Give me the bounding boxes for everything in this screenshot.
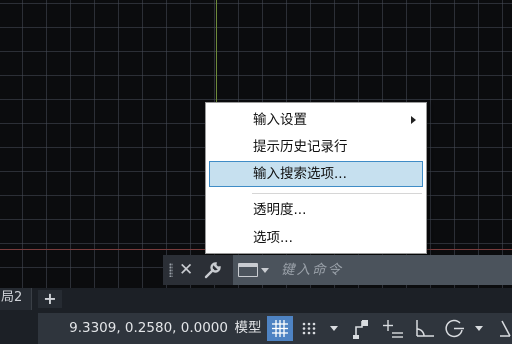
chevron-down-icon[interactable] (261, 268, 269, 273)
add-layout-button[interactable]: + (38, 290, 62, 308)
menu-item-input-settings[interactable]: 输入设置 (209, 107, 423, 133)
wrench-icon[interactable] (203, 260, 223, 280)
ortho-icon[interactable] (350, 316, 372, 341)
command-line-bar: ✕ 键入命令 (163, 255, 512, 285)
command-line-context-menu: 输入设置 提示历史记录行 输入搜索选项... 透明度... 选项... (205, 102, 427, 254)
layout-tabs: 局2 + (0, 288, 512, 310)
ucs-y-axis-line (216, 0, 217, 116)
menu-item-options[interactable]: 选项... (209, 225, 423, 251)
model-space-button[interactable]: 模型 (232, 313, 264, 344)
drag-grip-icon[interactable] (169, 263, 173, 277)
menu-item-transparency[interactable]: 透明度... (209, 197, 423, 223)
menu-item-label: 透明度... (253, 202, 307, 218)
submenu-arrow-icon (411, 116, 416, 124)
menu-item-prompt-history[interactable]: 提示历史记录行 (209, 134, 423, 160)
command-prompt-icon[interactable] (238, 263, 258, 277)
command-line-controls: ✕ (163, 255, 233, 285)
status-bar: 9.3309, 0.2580, 0.0000 模型 (0, 310, 512, 344)
close-icon[interactable]: ✕ (179, 259, 193, 281)
linetype-icon[interactable] (498, 316, 512, 341)
grid-icon[interactable] (267, 316, 293, 341)
snap-dots-icon[interactable] (298, 316, 320, 341)
object-snap-menu-arrow-icon[interactable] (474, 316, 484, 341)
object-snap-icon[interactable] (442, 316, 468, 341)
dynamic-input-icon[interactable] (381, 316, 405, 341)
polar-tracking-icon[interactable] (412, 316, 436, 341)
coordinates-readout[interactable]: 9.3309, 0.2580, 0.0000 (38, 313, 228, 344)
menu-item-label: 输入设置 (253, 112, 307, 128)
tab-layout2[interactable]: 局2 (0, 288, 32, 310)
command-input-area[interactable]: 键入命令 (233, 255, 512, 285)
menu-separator (252, 193, 422, 194)
menu-item-label: 输入搜索选项... (253, 166, 347, 182)
command-input[interactable]: 键入命令 (281, 255, 343, 285)
menu-item-label: 提示历史记录行 (253, 139, 348, 155)
snap-menu-arrow-icon[interactable] (328, 316, 340, 341)
menu-item-input-search-options[interactable]: 输入搜索选项... (209, 161, 423, 187)
status-bar-tray: 9.3309, 0.2580, 0.0000 模型 (38, 313, 512, 344)
menu-item-label: 选项... (253, 230, 293, 246)
